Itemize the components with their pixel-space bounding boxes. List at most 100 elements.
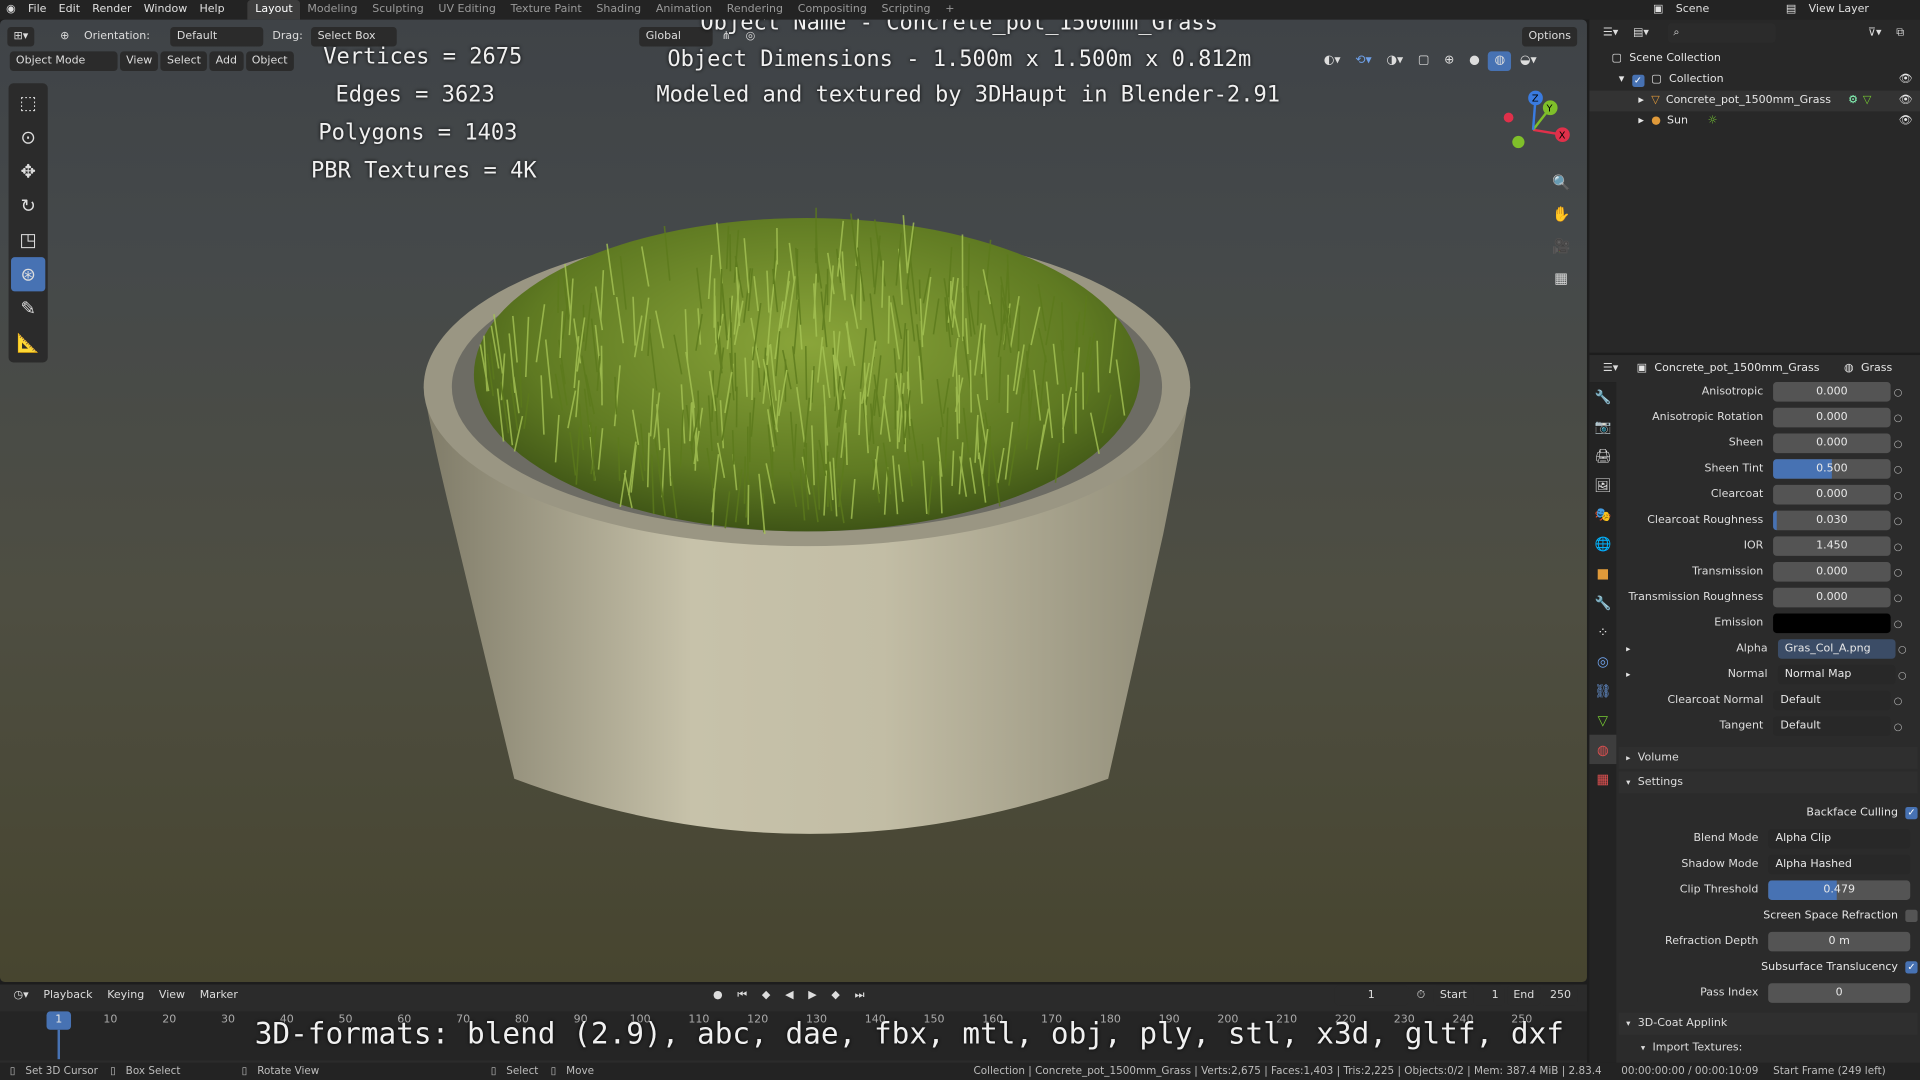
socket-icon[interactable]: ○: [1891, 566, 1906, 577]
playback-menu[interactable]: Playback: [37, 986, 98, 1006]
properties-object-name[interactable]: Concrete_pot_1500mm_Grass: [1654, 362, 1819, 374]
bsdf-value-slider[interactable]: 0.000: [1773, 562, 1891, 582]
transform-icon[interactable]: ⊛: [11, 257, 46, 292]
current-frame-field[interactable]: 1: [1334, 985, 1409, 1006]
socket-icon[interactable]: ○: [1891, 515, 1906, 526]
bsdf-value-slider[interactable]: 1.450: [1773, 536, 1891, 556]
collection-visibility-icon[interactable]: 👁: [1899, 70, 1913, 91]
physics-tab-icon[interactable]: ◎: [1589, 647, 1616, 676]
bsdf-value-slider[interactable]: 0.030: [1773, 510, 1891, 531]
tab-texture-paint[interactable]: Texture Paint: [503, 0, 589, 20]
data-tab-icon[interactable]: ▽: [1589, 705, 1616, 734]
tangent-socket-icon[interactable]: ○: [1891, 721, 1906, 732]
perspective-grid-icon[interactable]: ▦: [1548, 264, 1575, 291]
record-icon[interactable]: ●: [707, 986, 729, 1006]
tab-shading[interactable]: Shading: [589, 0, 648, 20]
next-key-icon[interactable]: ◆: [825, 986, 846, 1006]
wireframe-shading-icon[interactable]: ⊕: [1438, 51, 1461, 71]
material-tab-icon[interactable]: ◍: [1589, 734, 1617, 765]
add-workspace-button[interactable]: +: [938, 0, 962, 20]
normal-map-link[interactable]: Normal Map: [1777, 664, 1895, 685]
collection-row[interactable]: ▾ ✓ ▢ Collection 👁: [1589, 70, 1920, 91]
socket-icon[interactable]: ○: [1891, 438, 1906, 449]
tangent-field[interactable]: Default: [1773, 716, 1891, 736]
play-icon[interactable]: ▶: [802, 986, 823, 1006]
timeline-editor-icon[interactable]: ◷▾: [7, 986, 34, 1006]
menu-edit[interactable]: Edit: [53, 0, 87, 20]
menu-object[interactable]: Object: [245, 51, 294, 72]
measure-icon[interactable]: 📐: [11, 326, 45, 360]
blend-mode-dropdown[interactable]: Alpha Clip: [1768, 828, 1911, 849]
import-textures-row[interactable]: ▾ Import Textures:: [1619, 1037, 1918, 1059]
cursor-icon[interactable]: ⊙: [11, 120, 45, 154]
material-shading-icon[interactable]: ◍: [1488, 51, 1512, 72]
tool-tab-icon[interactable]: 🔧: [1589, 382, 1616, 411]
blender-logo-icon[interactable]: ◉: [0, 0, 22, 20]
texture-tab-icon[interactable]: ▦: [1589, 764, 1616, 793]
tab-animation[interactable]: Animation: [649, 0, 720, 20]
scene-icon[interactable]: ▣: [1647, 0, 1670, 20]
outliner-editor-icon[interactable]: ☰▾: [1597, 23, 1625, 43]
pass-index-field[interactable]: 0: [1768, 983, 1911, 1003]
socket-icon[interactable]: ○: [1891, 463, 1906, 474]
socket-icon[interactable]: ○: [1891, 489, 1906, 500]
new-collection-icon[interactable]: ⧉: [1890, 23, 1910, 43]
clearcoat-normal-field[interactable]: Default: [1773, 690, 1891, 711]
ssr-checkbox[interactable]: [1905, 909, 1918, 923]
socket-icon[interactable]: ○: [1891, 541, 1906, 552]
menu-help[interactable]: Help: [193, 0, 230, 20]
particles-tab-icon[interactable]: ⁘: [1589, 617, 1616, 646]
options-dropdown[interactable]: Options: [1522, 26, 1578, 46]
move-icon[interactable]: ✥: [11, 154, 45, 188]
menu-select[interactable]: Select: [160, 51, 208, 72]
view-layer-tab-icon[interactable]: 🖼: [1589, 470, 1616, 499]
visibility-icon[interactable]: ◐▾: [1318, 51, 1347, 71]
select-box-icon[interactable]: ⬚: [11, 86, 45, 120]
mode-dropdown[interactable]: Object Mode: [9, 51, 118, 72]
collection-checkbox[interactable]: ✓: [1631, 74, 1644, 87]
view-layer-selector[interactable]: View Layer: [1802, 0, 1920, 20]
menu-render[interactable]: Render: [86, 0, 137, 20]
tab-compositing[interactable]: Compositing: [790, 0, 874, 20]
volume-section-header[interactable]: ▸ Volume: [1618, 746, 1918, 769]
drag-dropdown[interactable]: Select Box: [311, 26, 398, 46]
sss-checkbox[interactable]: ✓: [1905, 961, 1918, 974]
tab-sculpting[interactable]: Sculpting: [365, 0, 431, 20]
alpha-texture-link[interactable]: Gras_Col_A.png: [1777, 639, 1895, 659]
overlay-toggle-icon[interactable]: ◑▾: [1380, 51, 1409, 71]
properties-editor-icon[interactable]: ☰▾: [1597, 359, 1625, 379]
outliner-search-input[interactable]: ⌕: [1667, 23, 1776, 43]
bsdf-value-slider[interactable]: 0.500: [1773, 459, 1891, 479]
zoom-icon[interactable]: 🔍: [1548, 169, 1575, 196]
bsdf-value-slider[interactable]: 0.000: [1773, 484, 1891, 505]
transform-pivot-icon[interactable]: ⊕: [54, 26, 75, 46]
tab-rendering[interactable]: Rendering: [719, 0, 790, 20]
bsdf-value-slider[interactable]: 0.000: [1773, 407, 1891, 428]
socket-icon[interactable]: ○: [1891, 386, 1906, 397]
tab-scripting[interactable]: Scripting: [874, 0, 938, 20]
constraints-tab-icon[interactable]: ⛓: [1589, 676, 1616, 705]
3d-viewport[interactable]: ⊞▾ ⊕ Orientation: Default Drag: Select B…: [0, 19, 1587, 983]
clearcoat-normal-socket-icon[interactable]: ○: [1891, 695, 1906, 706]
menu-view[interactable]: View: [120, 51, 159, 72]
world-tab-icon[interactable]: 🌐: [1589, 529, 1616, 558]
display-mode-icon[interactable]: ▤▾: [1627, 23, 1655, 43]
playhead[interactable]: 1: [46, 1011, 72, 1030]
properties-material-name[interactable]: Grass: [1861, 362, 1892, 374]
gizmo-toggle-icon[interactable]: ⟲▾: [1349, 51, 1378, 71]
rendered-shading-icon[interactable]: ◒▾: [1514, 51, 1543, 71]
socket-icon[interactable]: ○: [1891, 412, 1906, 423]
settings-section-header[interactable]: ▾ Settings: [1618, 771, 1918, 794]
tab-modeling[interactable]: Modeling: [300, 0, 365, 20]
shadow-mode-dropdown[interactable]: Alpha Hashed: [1768, 854, 1911, 875]
timeline-view-menu[interactable]: View: [153, 986, 191, 1006]
end-frame-field[interactable]: 250: [1540, 985, 1578, 1006]
start-frame-field[interactable]: 1: [1472, 985, 1505, 1006]
modifier-tab-icon[interactable]: 🔧: [1589, 588, 1616, 617]
play-reverse-icon[interactable]: ◀: [779, 986, 800, 1006]
emission-color-swatch[interactable]: [1773, 613, 1891, 634]
tab-uv-editing[interactable]: UV Editing: [431, 0, 503, 20]
outliner-item-sun[interactable]: ▸ ● Sun ☼ 👁: [1589, 111, 1920, 132]
jump-end-icon[interactable]: ⏭: [848, 986, 870, 1006]
menu-file[interactable]: File: [22, 0, 53, 20]
